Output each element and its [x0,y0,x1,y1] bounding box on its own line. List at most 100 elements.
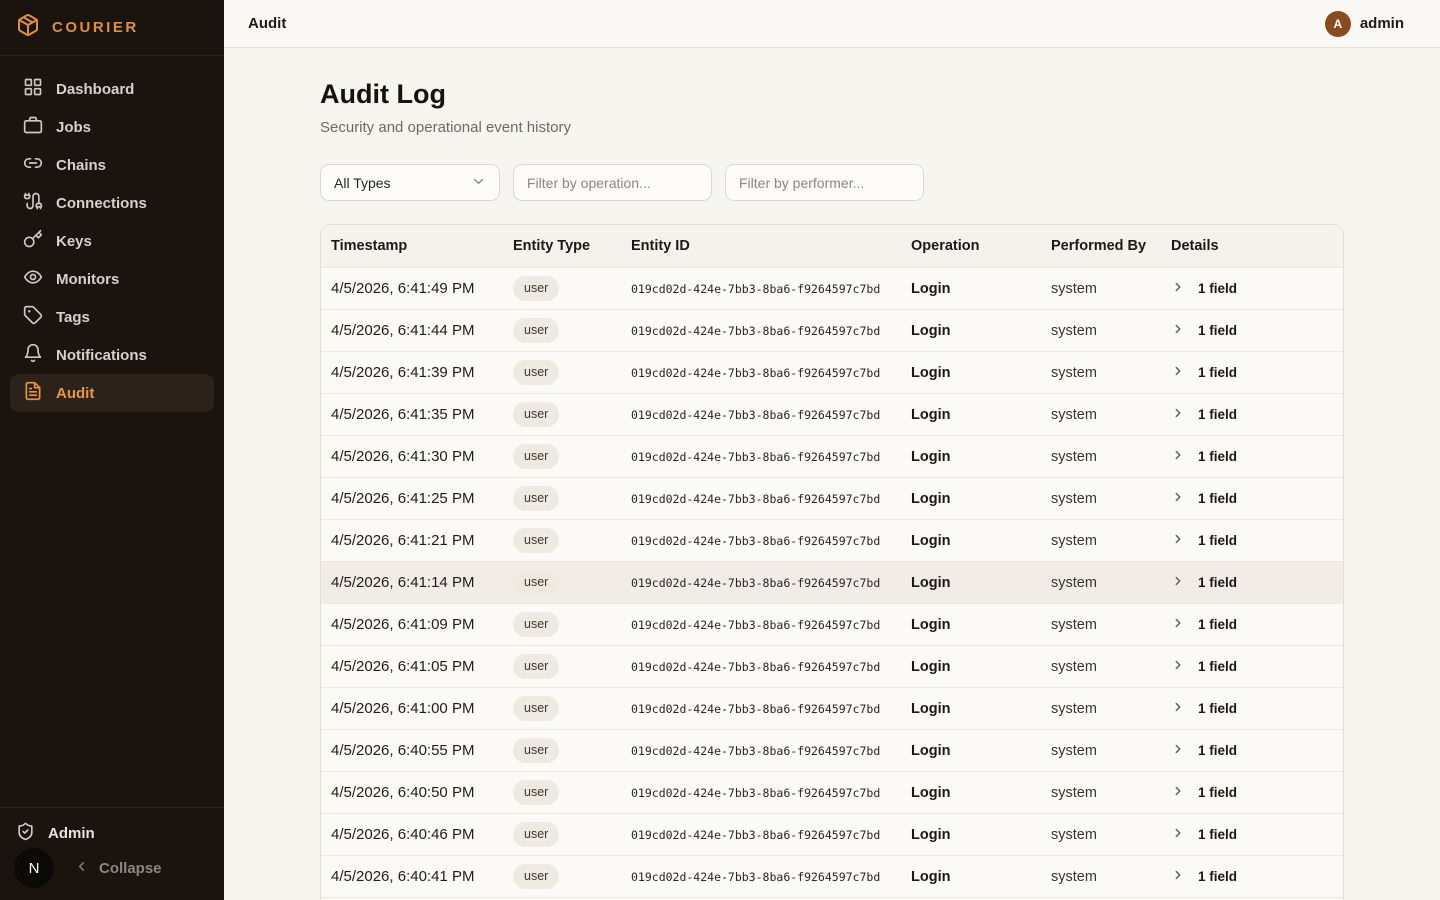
cell-timestamp: 4/5/2026, 6:41:21 PM [331,532,513,549]
cell-details: 1 field [1171,490,1333,508]
entity-type-badge: user [513,822,559,847]
link-icon [23,153,43,177]
table-row[interactable]: 4/5/2026, 6:41:05 PM user 019cd02d-424e-… [321,645,1343,687]
chevron-right-icon[interactable] [1171,826,1185,844]
table-row[interactable]: 4/5/2026, 6:41:00 PM user 019cd02d-424e-… [321,687,1343,729]
cell-entity-id: 019cd02d-424e-7bb3-8ba6-f9264597c7bd [631,744,911,758]
cell-timestamp: 4/5/2026, 6:41:25 PM [331,490,513,507]
cell-performed-by: system [1051,575,1171,591]
user-avatar: A [1325,11,1351,37]
table-row[interactable]: 4/5/2026, 6:40:55 PM user 019cd02d-424e-… [321,729,1343,771]
sidebar-item-label: Tags [56,309,90,326]
cell-performed-by: system [1051,743,1171,759]
cell-performed-by: system [1051,827,1171,843]
cell-entity-type: user [513,654,631,679]
operation-filter-input[interactable] [513,164,712,201]
collapse-button[interactable]: Collapse [74,859,162,878]
table-row[interactable]: 4/5/2026, 6:41:44 PM user 019cd02d-424e-… [321,309,1343,351]
breadcrumb: Audit [248,15,286,32]
cell-details: 1 field [1171,616,1333,634]
chevron-right-icon[interactable] [1171,280,1185,298]
cell-details-label: 1 field [1198,449,1237,464]
cell-details-label: 1 field [1198,659,1237,674]
avatar[interactable]: N [16,850,52,886]
cell-entity-id: 019cd02d-424e-7bb3-8ba6-f9264597c7bd [631,366,911,380]
chevron-right-icon[interactable] [1171,700,1185,718]
chevron-right-icon[interactable] [1171,658,1185,676]
sidebar-item-jobs[interactable]: Jobs [10,108,214,146]
table-row[interactable]: 4/5/2026, 6:41:25 PM user 019cd02d-424e-… [321,477,1343,519]
cell-performed-by: system [1051,785,1171,801]
table-row[interactable]: 4/5/2026, 6:41:30 PM user 019cd02d-424e-… [321,435,1343,477]
table-row[interactable]: 4/5/2026, 6:41:09 PM user 019cd02d-424e-… [321,603,1343,645]
cable-icon [23,191,43,215]
cell-operation: Login [911,617,1051,633]
sidebar-item-tags[interactable]: Tags [10,298,214,336]
cell-operation: Login [911,365,1051,381]
sidebar-item-audit[interactable]: Audit [10,374,214,412]
chevron-right-icon[interactable] [1171,532,1185,550]
table-row[interactable]: 4/5/2026, 6:40:41 PM user 019cd02d-424e-… [321,855,1343,897]
table-row[interactable]: 4/5/2026, 6:40:50 PM user 019cd02d-424e-… [321,771,1343,813]
sidebar-item-notifications[interactable]: Notifications [10,336,214,374]
sidebar-item-label: Notifications [56,347,147,364]
cell-timestamp: 4/5/2026, 6:41:35 PM [331,406,513,423]
cell-details-label: 1 field [1198,491,1237,506]
entity-type-badge: user [513,696,559,721]
chevron-right-icon[interactable] [1171,322,1185,340]
cell-timestamp: 4/5/2026, 6:40:46 PM [331,826,513,843]
sidebar-item-admin[interactable]: Admin [16,820,208,846]
chevron-right-icon[interactable] [1171,616,1185,634]
entity-type-badge: user [513,360,559,385]
table-row[interactable]: 4/5/2026, 6:41:14 PM user 019cd02d-424e-… [321,561,1343,603]
sidebar-item-monitors[interactable]: Monitors [10,260,214,298]
cell-performed-by: system [1051,449,1171,465]
sidebar-item-chains[interactable]: Chains [10,146,214,184]
chevron-right-icon[interactable] [1171,490,1185,508]
cell-entity-id: 019cd02d-424e-7bb3-8ba6-f9264597c7bd [631,576,911,590]
chevron-right-icon[interactable] [1171,784,1185,802]
performer-filter-input[interactable] [725,164,924,201]
sidebar-item-connections[interactable]: Connections [10,184,214,222]
cell-timestamp: 4/5/2026, 6:41:44 PM [331,322,513,339]
cell-entity-type: user [513,780,631,805]
cell-details-label: 1 field [1198,617,1237,632]
cell-details-label: 1 field [1198,743,1237,758]
chevron-right-icon[interactable] [1171,868,1185,886]
cell-details: 1 field [1171,280,1333,298]
chevron-right-icon[interactable] [1171,364,1185,382]
table-row[interactable]: 4/5/2026, 6:40:46 PM user 019cd02d-424e-… [321,813,1343,855]
cell-entity-id: 019cd02d-424e-7bb3-8ba6-f9264597c7bd [631,660,911,674]
entity-type-badge: user [513,738,559,763]
table-row[interactable]: 4/5/2026, 6:41:49 PM user 019cd02d-424e-… [321,267,1343,309]
sidebar-item-dashboard[interactable]: Dashboard [10,70,214,108]
table-row[interactable]: 4/5/2026, 6:41:21 PM user 019cd02d-424e-… [321,519,1343,561]
entity-type-badge: user [513,444,559,469]
chevron-left-icon [74,859,89,878]
column-header-performed-by: Performed By [1051,238,1171,254]
cell-details-label: 1 field [1198,407,1237,422]
type-filter-select[interactable]: All Types [320,164,500,201]
page-title: Audit Log [320,76,1344,112]
chevron-right-icon[interactable] [1171,574,1185,592]
table-row[interactable]: 4/5/2026, 6:41:39 PM user 019cd02d-424e-… [321,351,1343,393]
cell-timestamp: 4/5/2026, 6:41:14 PM [331,574,513,591]
cell-performed-by: system [1051,659,1171,675]
cell-entity-type: user [513,864,631,889]
cell-operation: Login [911,449,1051,465]
content-area: Audit Log Security and operational event… [224,48,1440,900]
chevron-right-icon[interactable] [1171,448,1185,466]
table-row[interactable]: 4/5/2026, 6:41:35 PM user 019cd02d-424e-… [321,393,1343,435]
cell-operation: Login [911,785,1051,801]
shield-check-icon [16,822,35,845]
cell-operation: Login [911,533,1051,549]
cell-details-label: 1 field [1198,323,1237,338]
cell-entity-type: user [513,738,631,763]
cell-operation: Login [911,827,1051,843]
sidebar-item-keys[interactable]: Keys [10,222,214,260]
chevron-right-icon[interactable] [1171,406,1185,424]
cell-timestamp: 4/5/2026, 6:41:05 PM [331,658,513,675]
user-menu[interactable]: A admin [1325,11,1404,37]
chevron-right-icon[interactable] [1171,742,1185,760]
cell-entity-type: user [513,402,631,427]
